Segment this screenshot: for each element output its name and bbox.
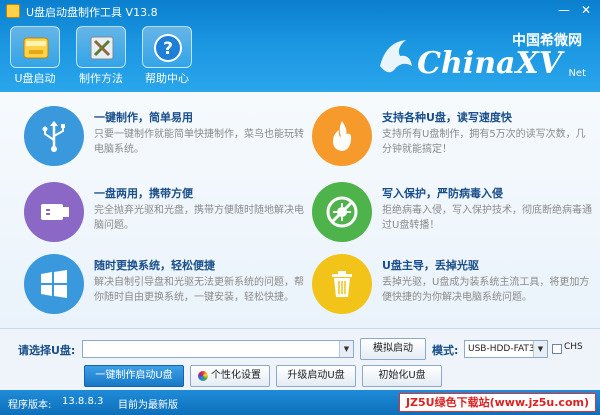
usb-select-dropdown[interactable]: ▼ bbox=[82, 340, 354, 358]
toolbar-help-label: 帮助中心 bbox=[145, 72, 189, 85]
feature-desc: 支持所有U盘制作，拥有5万次的读写次数，几分钟就能搞定！ bbox=[382, 129, 586, 155]
version-label: 程序版本: bbox=[8, 400, 52, 411]
close-button[interactable]: ✕ bbox=[578, 3, 594, 17]
personalize-label: 个性化设置 bbox=[211, 370, 261, 381]
mode-label: 模式: bbox=[432, 344, 459, 357]
usb-drive-icon bbox=[10, 26, 60, 68]
logo-en-text: ChinaXV bbox=[417, 46, 562, 81]
chs-checkbox[interactable] bbox=[552, 344, 562, 354]
feature-item: 一键制作，简单易用 只要一键制作就能简单快捷制作，菜鸟也能玩转电脑系统。 bbox=[24, 106, 314, 178]
init-usb-button[interactable]: 初始化U盘 bbox=[362, 365, 442, 387]
window-title: U盘启动盘制作工具 V13.8 bbox=[26, 6, 158, 19]
mode-select-dropdown[interactable]: USB-HDD-FAT32 ▼ bbox=[464, 340, 548, 358]
toolbar-help-button[interactable]: ? 帮助中心 bbox=[138, 24, 196, 86]
feature-desc: 完全抛弃光驱和光盘，携带方便随时随地解决电脑问题。 bbox=[94, 205, 304, 231]
usb-stick-icon bbox=[24, 182, 84, 242]
feature-title: 随时更换系统，轻松便捷 bbox=[94, 259, 215, 272]
simulate-boot-button[interactable]: 模拟启动 bbox=[360, 338, 426, 360]
feature-desc: 拒绝病毒入侵，写入保护技术，彻底断绝病毒通过U盘转播！ bbox=[382, 205, 592, 231]
feature-title: 一键制作，简单易用 bbox=[94, 111, 193, 124]
chevron-down-icon[interactable]: ▼ bbox=[533, 341, 547, 357]
toolbar-method-button[interactable]: 制作方法 bbox=[72, 24, 130, 86]
help-icon: ? bbox=[142, 26, 192, 68]
toolbar-usb-boot-button[interactable]: U盘启动 bbox=[6, 24, 64, 86]
personalize-button[interactable]: 个性化设置 bbox=[190, 365, 270, 387]
feature-desc: 丢掉光驱，U盘成为装系统主流工具，将更加方便快捷的为你解决电脑系统问题。 bbox=[382, 277, 590, 303]
upgrade-usb-button[interactable]: 升级启动U盘 bbox=[276, 365, 356, 387]
feature-item: 一盘两用，携带方便 完全抛弃光驱和光盘，携带方便随时随地解决电脑问题。 bbox=[24, 182, 314, 254]
app-window: U盘启动盘制作工具 V13.8 — ✕ U盘启动 制作方法 ? 帮助中心 中国希… bbox=[0, 0, 600, 415]
update-status: 目前为最新版 bbox=[118, 400, 178, 411]
feature-item: 写入保护，严防病毒入侵 拒绝病毒入侵，写入保护技术，彻底断绝病毒通过U盘转播！ bbox=[312, 182, 600, 254]
usb-select-label: 请选择U盘: bbox=[18, 344, 76, 357]
feature-item: U盘主导，丢掉光驱 丢掉光驱，U盘成为装系统主流工具，将更加方便快捷的为你解决电… bbox=[312, 254, 600, 326]
control-panel: 请选择U盘: ▼ 模拟启动 模式: USB-HDD-FAT32 ▼ CHS 一键… bbox=[0, 328, 600, 390]
feature-item: 支持各种U盘，读写速度快 支持所有U盘制作，拥有5万次的读写次数，几分钟就能搞定… bbox=[312, 106, 600, 178]
feature-title: 支持各种U盘，读写速度快 bbox=[382, 111, 512, 124]
logo-net-text: Net bbox=[568, 68, 586, 79]
svg-text:?: ? bbox=[163, 39, 173, 59]
watermark-badge: JZ5U绿色下载站(www.jz5u.com) bbox=[398, 393, 596, 412]
dragon-icon bbox=[380, 40, 412, 73]
toolbar-method-label: 制作方法 bbox=[79, 72, 123, 85]
tools-icon bbox=[76, 26, 126, 68]
feature-title: 一盘两用，携带方便 bbox=[94, 187, 193, 200]
chs-label: CHS bbox=[564, 342, 583, 352]
toolbar-usb-boot-label: U盘启动 bbox=[14, 72, 56, 85]
version-value: 13.8.8.3 bbox=[62, 396, 104, 407]
title-bar: U盘启动盘制作工具 V13.8 — ✕ bbox=[0, 0, 600, 22]
feature-desc: 解决自制引导盘和光驱无法更新系统的问题，帮你随时自由更换系统，一键安装，轻松快捷… bbox=[94, 277, 304, 303]
minimize-button[interactable]: — bbox=[556, 3, 572, 17]
brand-logo: 中国希微网 ChinaXV Net bbox=[376, 30, 586, 86]
no-virus-icon bbox=[312, 182, 372, 242]
mode-select-value: USB-HDD-FAT32 bbox=[468, 344, 541, 354]
window-controls: — ✕ bbox=[556, 3, 594, 17]
feature-desc: 只要一键制作就能简单快捷制作，菜鸟也能玩转电脑系统。 bbox=[94, 129, 304, 155]
usb-symbol-icon bbox=[24, 106, 84, 166]
feature-panel: 一键制作，简单易用 只要一键制作就能简单快捷制作，菜鸟也能玩转电脑系统。 支持各… bbox=[0, 92, 600, 328]
feature-title: U盘主导，丢掉光驱 bbox=[382, 259, 479, 272]
status-bar: 程序版本: 13.8.8.3 目前为最新版 JZ5U绿色下载站(www.jz5u… bbox=[0, 390, 600, 415]
app-icon bbox=[6, 4, 20, 18]
header-banner: U盘启动盘制作工具 V13.8 — ✕ U盘启动 制作方法 ? 帮助中心 中国希… bbox=[0, 0, 600, 92]
feature-title: 写入保护，严防病毒入侵 bbox=[382, 187, 503, 200]
make-boot-usb-button[interactable]: 一键制作启动U盘 bbox=[84, 365, 184, 387]
palette-icon bbox=[198, 371, 208, 381]
feature-item: 随时更换系统，轻松便捷 解决自制引导盘和光驱无法更新系统的问题，帮你随时自由更换… bbox=[24, 254, 314, 326]
trash-icon bbox=[312, 254, 372, 314]
windows-icon bbox=[24, 254, 84, 314]
chevron-down-icon[interactable]: ▼ bbox=[339, 341, 353, 357]
fire-icon bbox=[312, 106, 372, 166]
